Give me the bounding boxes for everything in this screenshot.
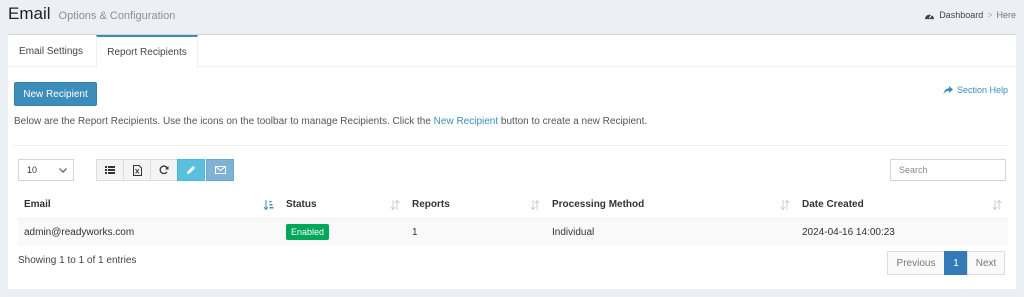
cell-processing-method: Individual (546, 218, 796, 246)
email-button[interactable] (206, 159, 234, 181)
new-recipient-button[interactable]: New Recipient (14, 82, 97, 106)
refresh-button[interactable] (150, 159, 178, 181)
section-help-link[interactable]: Section Help (943, 85, 1008, 95)
sort-icon (780, 200, 790, 210)
column-email[interactable]: Email (18, 192, 280, 219)
table-header-row: Email Status Reports Processing Method D… (18, 192, 1008, 219)
cell-status: Enabled (280, 218, 406, 246)
edit-button[interactable] (177, 159, 205, 181)
page-header: Email Options & Configuration (8, 4, 175, 28)
breadcrumb-separator: > (987, 10, 993, 20)
cell-email: admin@readyworks.com (18, 218, 280, 246)
column-date-created[interactable]: Date Created (796, 192, 1008, 219)
excel-icon (132, 164, 142, 176)
sort-icon (530, 200, 540, 210)
divider (14, 145, 1008, 146)
sort-icon (992, 200, 1002, 210)
export-excel-button[interactable] (123, 159, 151, 181)
intro-text: Below are the Report Recipients. Use the… (14, 116, 647, 127)
refresh-icon (159, 165, 169, 175)
table-row[interactable]: admin@readyworks.com Enabled 1 Individua… (18, 218, 1008, 246)
intro-before: Below are the Report Recipients. Use the… (14, 116, 434, 127)
list-icon (105, 166, 115, 174)
status-badge: Enabled (286, 224, 330, 241)
table-info: Showing 1 to 1 of 1 entries (18, 255, 137, 266)
page-title: Email (8, 4, 51, 23)
intro-after: button to create a new Recipient. (498, 116, 648, 127)
recipients-table: Email Status Reports Processing Method D… (18, 192, 1008, 246)
column-status[interactable]: Status (280, 192, 406, 219)
chevron-down-icon (59, 167, 67, 173)
tab-report-recipients[interactable]: Report Recipients (96, 35, 198, 68)
page-length-value: 10 (27, 165, 38, 175)
pagination-previous[interactable]: Previous (887, 251, 945, 275)
pencil-icon (187, 166, 195, 174)
share-icon (943, 85, 953, 94)
section-help-label: Section Help (956, 85, 1008, 95)
page-subtitle: Options & Configuration (58, 10, 176, 22)
pagination-next[interactable]: Next (967, 251, 1005, 275)
column-date-created-label: Date Created (802, 199, 864, 211)
pagination-page-1[interactable]: 1 (944, 251, 968, 275)
sort-ascending-icon (264, 200, 274, 210)
pagination: Previous 1 Next (887, 251, 1005, 275)
breadcrumb: Dashboard > Here (924, 10, 1016, 20)
dashboard-icon (925, 13, 935, 19)
breadcrumb-dashboard[interactable]: Dashboard (939, 10, 983, 20)
tab-bar: Email Settings Report Recipients (8, 35, 1016, 68)
content-panel: Email Settings Report Recipients New Rec… (8, 34, 1016, 289)
page-length-select[interactable]: 10 (18, 159, 74, 181)
breadcrumb-here: Here (996, 10, 1016, 20)
tab-email-settings[interactable]: Email Settings (8, 35, 94, 67)
new-recipient-link[interactable]: New Recipient (434, 116, 498, 127)
search-input[interactable] (890, 159, 1006, 181)
list-view-button[interactable] (96, 159, 124, 181)
column-reports-label: Reports (412, 199, 450, 211)
table-toolbar (96, 159, 234, 181)
column-email-label: Email (24, 199, 51, 211)
envelope-icon (214, 166, 226, 174)
cell-reports: 1 (406, 218, 546, 246)
sort-icon (390, 200, 400, 210)
column-reports[interactable]: Reports (406, 192, 546, 219)
cell-date-created: 2024-04-16 14:00:23 (796, 218, 1008, 246)
column-status-label: Status (286, 199, 317, 211)
column-processing-method[interactable]: Processing Method (546, 192, 796, 219)
column-processing-method-label: Processing Method (552, 199, 645, 211)
